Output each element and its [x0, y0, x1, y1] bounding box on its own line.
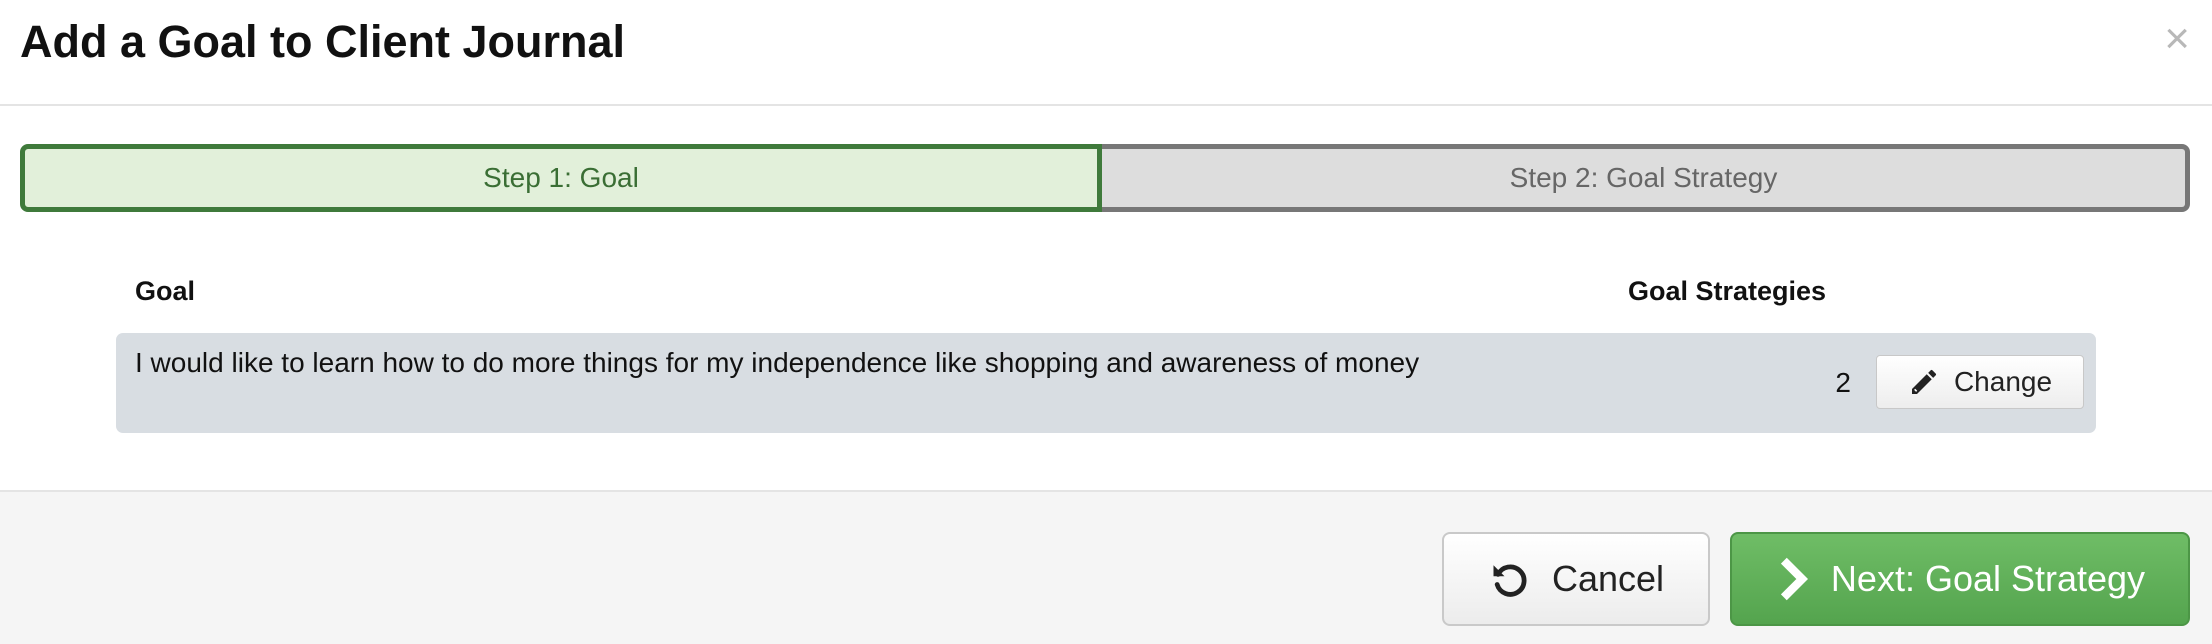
goal-text: I would like to learn how to do more thi…: [135, 347, 1420, 378]
next-goal-strategy-button[interactable]: Next: Goal Strategy: [1730, 532, 2190, 626]
next-button-label: Next: Goal Strategy: [1830, 558, 2146, 599]
cancel-button-label: Cancel: [1551, 558, 1665, 599]
table-row: I would like to learn how to do more thi…: [116, 333, 2096, 433]
change-button-label: Change: [1953, 366, 2053, 397]
cancel-button[interactable]: Cancel: [1442, 532, 1710, 626]
chevron-right-icon: [1775, 557, 1811, 601]
column-header-goal-strategies: Goal Strategies: [1628, 276, 1827, 306]
add-goal-dialog: Add a Goal to Client Journal × Step 1: G…: [0, 0, 2212, 644]
pencil-icon: [1908, 366, 1940, 398]
step-goal[interactable]: Step 1: Goal: [20, 144, 1102, 212]
column-header-goal: Goal: [135, 276, 196, 306]
dialog-footer: Cancel Next: Goal Strategy: [0, 490, 2212, 644]
close-icon[interactable]: ×: [2164, 14, 2190, 64]
step-progress: Step 1: Goal Step 2: Goal Strategy: [20, 144, 2190, 212]
undo-icon: [1488, 557, 1532, 601]
goal-strategies-count: 2: [1835, 367, 1851, 398]
change-button[interactable]: Change: [1876, 355, 2084, 409]
step-goal-strategy[interactable]: Step 2: Goal Strategy: [1102, 144, 2190, 212]
dialog-header: Add a Goal to Client Journal ×: [0, 0, 2212, 106]
dialog-title: Add a Goal to Client Journal: [20, 16, 626, 67]
